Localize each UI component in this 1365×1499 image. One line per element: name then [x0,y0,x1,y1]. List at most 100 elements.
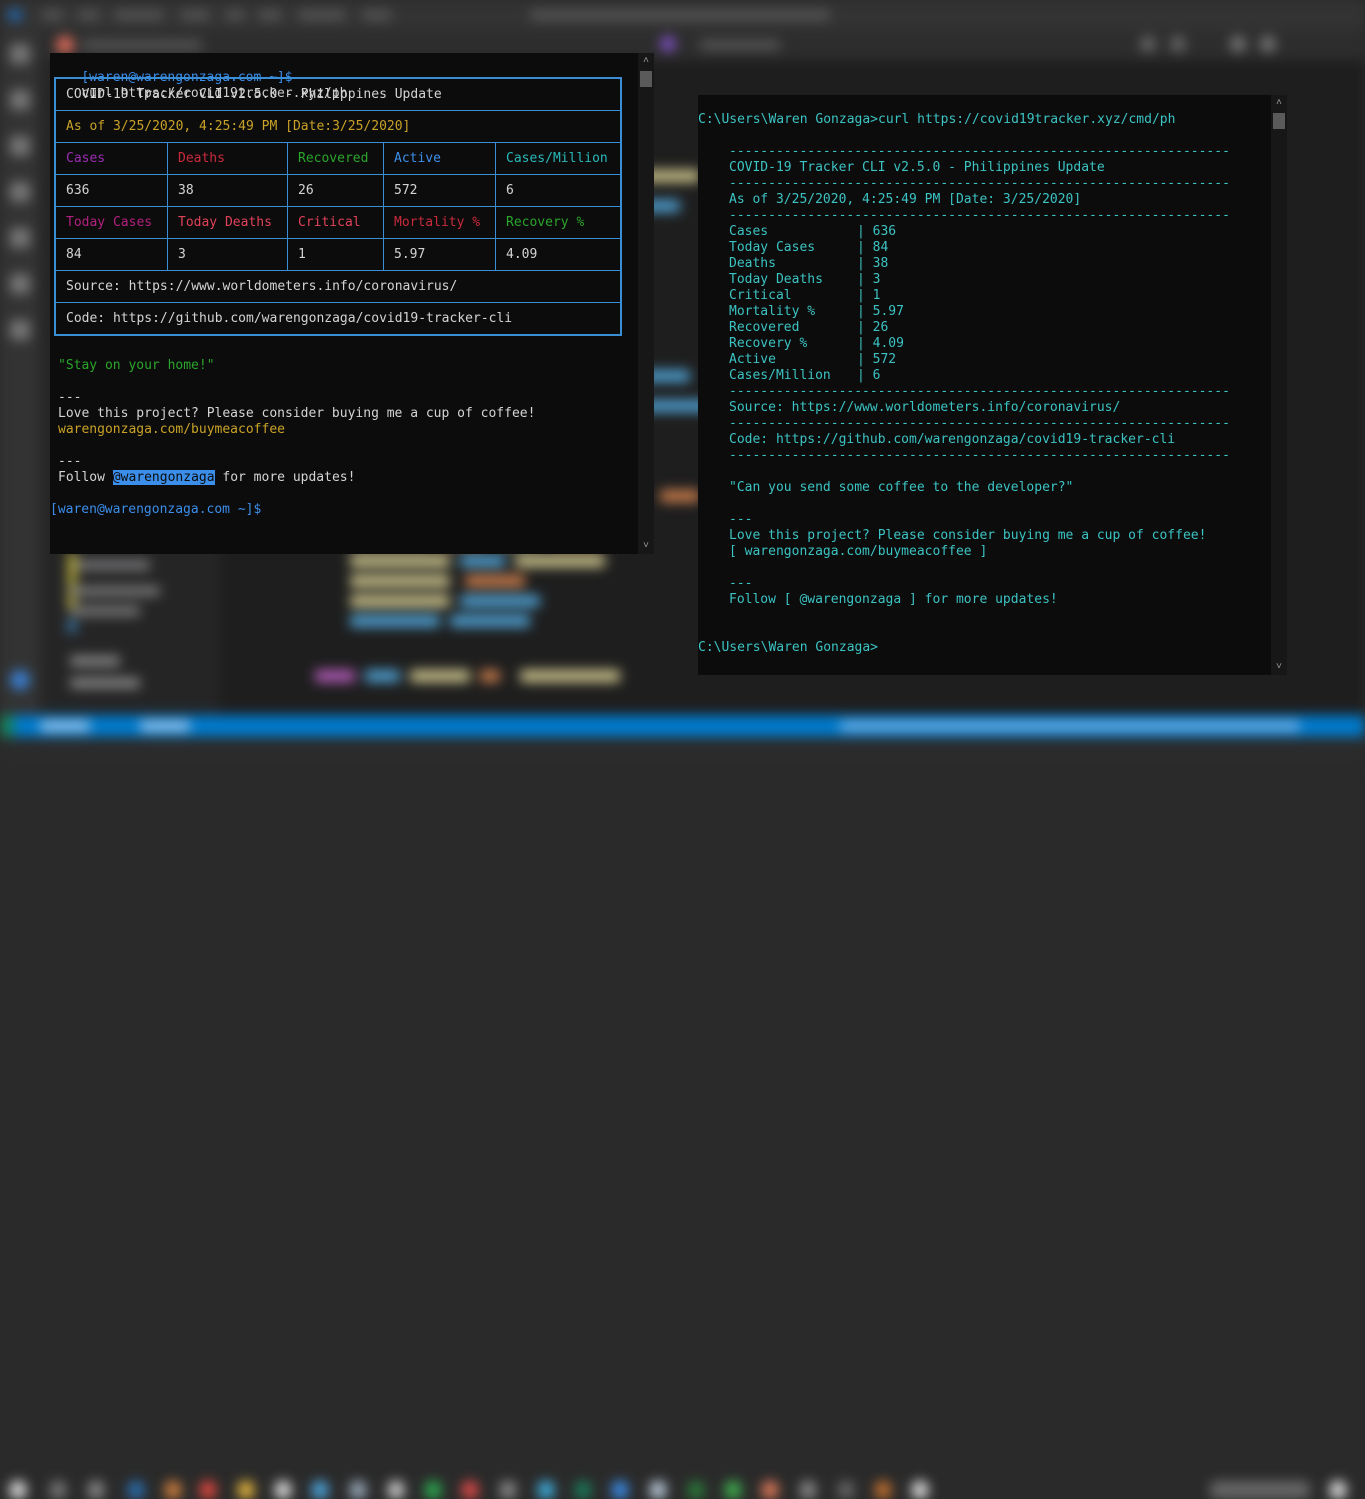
scroll-down-icon[interactable]: ˅ [1271,659,1287,675]
taskbar-icon [688,1481,704,1499]
window-title [530,10,830,20]
stat-row: Active | 572 [729,352,896,368]
menu-item [258,10,282,20]
menu-item [114,10,164,20]
docker-icon [10,320,30,340]
separator: --- [729,512,753,527]
table-header-row: Today Cases Today Deaths Critical Mortal… [56,206,620,238]
selected-handle[interactable]: @warengonzaga [112,470,215,485]
divider: ----------------------------------------… [729,384,1230,399]
stat-row: Recovery % | 4.09 [729,336,904,352]
taskbar-icon [650,1481,666,1499]
taskbar-icon [200,1481,216,1499]
as-of-date: As of 3/25/2020, 4:25:49 PM [Date:3/25/2… [66,119,411,134]
coffee-link[interactable]: warengonzaga.com/buymeacoffee [58,422,285,438]
table-title: COVID-19 Tracker CLI v2.5.0 - Philippine… [66,87,442,102]
stat-label: Recovered [729,320,800,335]
taskbar-icon [388,1481,404,1499]
scroll-up-icon[interactable]: ˄ [638,53,654,69]
stat-separator: | [857,336,873,351]
notification-icon [1330,1481,1346,1499]
source-line: Source: https://www.worldometers.info/co… [66,279,458,294]
scrollbar-thumb[interactable] [640,71,652,87]
taskbar-icon [238,1481,254,1499]
stat-value: 4.09 [872,336,904,351]
quote-text: "Can you send some coffee to the develop… [729,480,1074,495]
taskbar-icon [462,1481,478,1499]
stat-separator: | [857,272,873,287]
header-today-deaths: Today Deaths [167,207,287,238]
taskbar-icon [800,1481,816,1499]
follow-line: Follow [ @warengonzaga ] for more update… [729,592,1058,607]
cmd-terminal-window[interactable]: C:\Users\Waren Gonzaga>curl https://covi… [698,95,1287,675]
header-mortality: Mortality % [383,207,495,238]
shell-prompt-end[interactable]: [waren@warengonzaga.com ~]$ [50,502,261,518]
scroll-up-icon[interactable]: ˄ [1271,95,1287,111]
stat-value: 26 [872,320,889,335]
value-cases-per-million: 6 [495,175,620,206]
stat-label: Cases [729,224,769,239]
menu-item [180,10,210,20]
source-control-icon [10,136,30,156]
taskbar-icon [500,1481,516,1499]
header-deaths: Deaths [167,143,287,174]
taskbar-icon [612,1481,628,1499]
bash-terminal-window[interactable]: [waren@warengonzaga.com ~]$ curl https:/… [50,53,654,554]
taskbar-icon [575,1481,591,1499]
header-cases-per-million: Cases/Million [495,143,620,174]
stat-separator: | [857,224,873,239]
coffee-link[interactable]: [ warengonzaga.com/buymeacoffee ] [729,544,987,560]
divider: ----------------------------------------… [729,448,1230,463]
menu-item [42,10,64,20]
value-critical: 1 [287,239,383,270]
source-line: Source: https://www.worldometers.info/co… [729,400,1121,415]
stat-separator: | [857,368,873,383]
separator: --- [729,576,753,591]
stat-value: 5.97 [872,304,904,319]
stat-value: 84 [872,240,889,255]
scrollbar-thumb[interactable] [1273,113,1285,129]
follow-prefix: Follow [58,470,113,485]
separator: --- [58,454,82,469]
as-of-date: As of 3/25/2020, 4:25:49 PM [Date: 3/25/… [729,192,1082,207]
cmd-prompt-end[interactable]: C:\Users\Waren Gonzaga> [698,640,878,656]
value-recovered: 26 [287,175,383,206]
scroll-down-icon[interactable]: ˅ [638,538,654,554]
vertical-scrollbar[interactable]: ˄ ˅ [1271,95,1287,675]
value-today-deaths: 3 [167,239,287,270]
stat-label: Cases/Million [729,368,831,383]
stat-value: 636 [872,224,897,239]
value-cases: 636 [66,183,90,198]
header-cases: Cases [66,151,106,166]
taskbar-icon [725,1481,741,1499]
vertical-scrollbar[interactable]: ˄ ˅ [638,53,654,554]
menu-item [225,10,245,20]
follow-suffix: for more updates! [214,470,356,485]
value-mortality: 5.97 [383,239,495,270]
explorer-icon [10,44,30,64]
header-recovered: Recovered [287,143,383,174]
taskbar-icon [912,1481,928,1499]
stat-row: Today Deaths | 3 [729,272,880,288]
code-line: Code: https://github.com/warengonzaga/co… [66,311,513,326]
stat-separator: | [857,352,873,367]
covid-stats-table: COVID-19 Tracker CLI v2.5.0 - Philippine… [54,77,622,336]
taskbar-icon [165,1481,181,1499]
header-active: Active [383,143,495,174]
remote-icon [10,274,30,294]
search-icon [10,90,30,110]
menu-item [298,10,346,20]
stat-value: 38 [872,256,889,271]
stat-label: Critical [729,288,792,303]
table-row: 636 38 26 572 6 [56,174,620,206]
system-tray [1210,1481,1310,1499]
stat-label: Mortality % [729,304,816,319]
taskbar-icon [838,1481,854,1499]
stat-value: 3 [872,272,881,287]
divider: ----------------------------------------… [729,144,1230,159]
stat-row: Cases | 636 [729,224,896,240]
stat-separator: | [857,304,873,319]
account-icon [10,670,30,690]
header-today-cases: Today Cases [66,215,153,230]
taskbar-icon [875,1481,891,1499]
